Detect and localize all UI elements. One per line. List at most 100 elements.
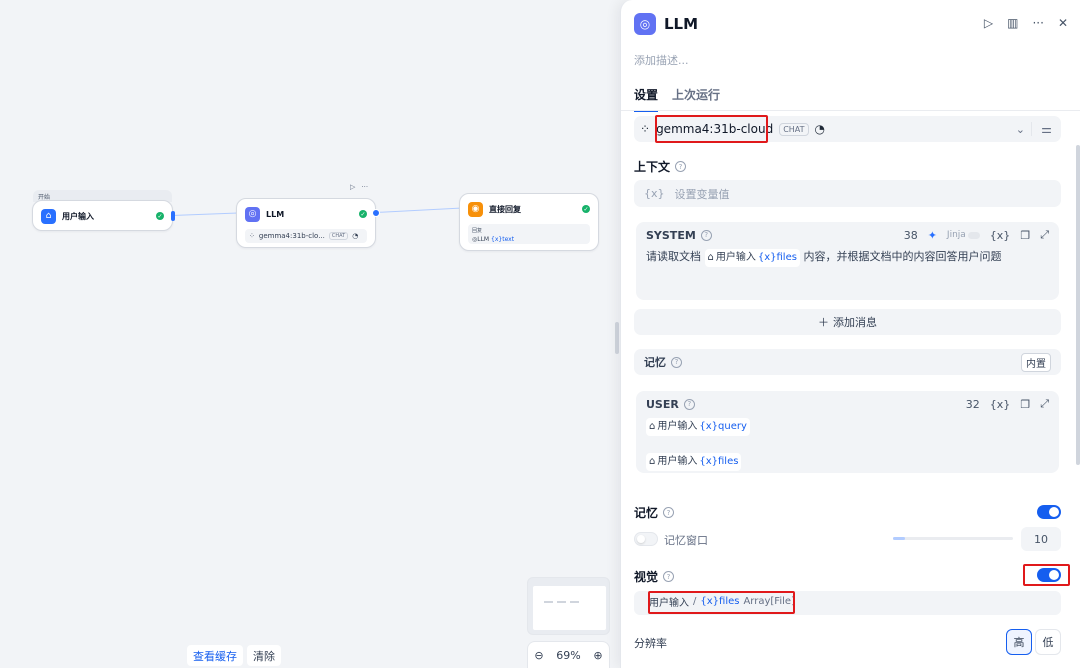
system-prompt-editor[interactable]: SYSTEM ? 38 ✦ Jinja {x} ❐ ⤢ 请读取文档 ⌂ 用户输入 … <box>636 222 1059 300</box>
minimap-node <box>557 601 566 603</box>
insert-variable-icon[interactable]: {x} <box>990 398 1011 411</box>
chevron-down-icon[interactable]: ⌄ <box>1016 123 1025 136</box>
node-answer[interactable]: ◉ 直接回复 ✓ 回复 ◎LLM {x}text <box>459 193 599 251</box>
resolution-low-button[interactable]: 低 <box>1035 629 1061 655</box>
close-icon[interactable]: ✕ <box>1058 16 1068 30</box>
edge-llm-answer <box>376 207 460 213</box>
node-start-output-handle[interactable] <box>171 211 175 221</box>
user-prompt-text[interactable]: ⌂ 用户输入 {x}query ⌂ 用户输入 {x}files <box>636 417 1059 471</box>
system-prompt-text[interactable]: 请读取文档 ⌂ 用户输入 {x}files 内容，并根据文档中的内容回答用户问题 <box>636 248 1059 267</box>
variable-icon: {x} <box>644 187 665 200</box>
split-view-icon[interactable]: ▥ <box>1007 16 1018 30</box>
resolution-label: 分辨率 <box>634 637 667 650</box>
zoom-level[interactable]: 69% <box>556 649 580 662</box>
variable-chip: ⌂ 用户输入 {x}files <box>646 453 742 471</box>
token-count: 32 <box>965 397 980 411</box>
node-answer-title: 直接回复 <box>489 204 521 214</box>
more-icon[interactable]: ··· <box>1032 16 1043 30</box>
llm-icon: ◎ <box>634 13 656 35</box>
node-llm-toolbar: ▷ ··· <box>350 183 368 191</box>
minimap-node <box>544 601 553 603</box>
copy-icon[interactable]: ❐ <box>1020 229 1030 242</box>
memory-window-value[interactable]: 10 <box>1021 527 1061 551</box>
copy-icon[interactable]: ❐ <box>1020 398 1030 411</box>
vision-label: 视觉 ? <box>634 568 675 585</box>
vision-icon: ◔ <box>352 232 359 240</box>
jinja-switch[interactable] <box>967 231 980 239</box>
help-icon[interactable]: ? <box>663 571 675 582</box>
edge-start-llm <box>172 212 238 216</box>
memory-section: 记忆 ? 内置 <box>634 349 1061 375</box>
clear-button[interactable]: 清除 <box>247 645 281 666</box>
minimap-node <box>570 601 579 603</box>
zoom-in-icon[interactable]: ⊕ <box>593 649 602 662</box>
jinja-toggle[interactable]: Jinja <box>947 230 980 240</box>
highlight-vision-toggle <box>1023 564 1070 586</box>
panel-resize-handle[interactable] <box>615 322 619 354</box>
memory-window-label: 记忆窗口 <box>664 534 708 547</box>
run-node-icon[interactable]: ▷ <box>350 183 355 191</box>
panel-title[interactable]: LLM <box>664 15 698 33</box>
node-settings-panel: ◎ LLM ▷ ▥ ··· ✕ 添加描述... 设置 上次运行 ⁘ gemma4… <box>620 0 1080 668</box>
system-role-label: SYSTEM <box>646 228 696 242</box>
memory-window-slider-fill <box>893 537 905 540</box>
help-icon[interactable]: ? <box>663 507 675 518</box>
zoom-controls: ⊖ 69% ⊕ <box>527 641 610 668</box>
memory-window-toggle[interactable] <box>634 532 658 546</box>
node-llm-output-handle[interactable] <box>372 209 380 217</box>
tabs-divider <box>621 110 1080 111</box>
help-icon[interactable]: ? <box>671 356 682 368</box>
panel-scrollbar[interactable] <box>1076 145 1080 465</box>
success-check-icon: ✓ <box>156 212 164 220</box>
success-check-icon: ✓ <box>582 205 590 213</box>
help-icon[interactable]: ? <box>700 229 712 241</box>
help-icon[interactable]: ? <box>683 398 695 410</box>
model-params-icon[interactable]: ⚌ <box>1031 122 1055 136</box>
bottom-actions: 查看缓存 清除 <box>187 645 281 666</box>
panel-tabs: 设置 上次运行 <box>634 86 720 112</box>
context-variable-input[interactable]: {x} 设置变量值 <box>634 180 1061 207</box>
model-spinner-icon: ⁘ <box>640 122 651 136</box>
run-icon[interactable]: ▷ <box>984 16 993 30</box>
expand-icon[interactable]: ⤢ <box>1040 228 1049 242</box>
plus-icon: ＋ <box>818 316 829 329</box>
workflow-canvas[interactable]: 开始 ⌂ 用户输入 ✓ ▷ ··· ◎ LLM ✓ ⁘ gemma4:31b-c… <box>0 0 622 668</box>
node-llm-model: ⁘ gemma4:31b-clo... CHAT ◔ <box>245 229 367 243</box>
builtin-badge: 内置 <box>1021 352 1051 372</box>
reply-icon: ◉ <box>468 201 483 217</box>
variable-chip: ⌂ 用户输入 {x}files <box>704 249 800 267</box>
memory-label: 记忆 ? <box>634 504 675 521</box>
llm-icon: ◎ <box>245 206 260 222</box>
resolution-high-button[interactable]: 高 <box>1006 629 1032 655</box>
tab-last-run[interactable]: 上次运行 <box>672 86 720 112</box>
node-llm[interactable]: ◎ LLM ✓ ⁘ gemma4:31b-clo... CHAT ◔ <box>236 198 380 248</box>
node-answer-field: 回复 ◎LLM {x}text <box>468 224 590 244</box>
node-start-title: 用户输入 <box>62 211 94 221</box>
more-icon[interactable]: ··· <box>361 183 368 191</box>
highlight-model-name <box>655 115 768 143</box>
insert-variable-icon[interactable]: {x} <box>990 229 1011 242</box>
description-input[interactable]: 添加描述... <box>634 52 689 68</box>
node-llm-title: LLM <box>266 209 285 219</box>
memory-window-slider[interactable] <box>893 537 1013 540</box>
token-count: 38 <box>903 228 918 242</box>
user-prompt-editor[interactable]: USER ? 32 {x} ❐ ⤢ ⌂ 用户输入 {x}query ⌂ 用户输入 {… <box>636 391 1059 473</box>
add-message-button[interactable]: ＋ 添加消息 <box>634 309 1061 335</box>
vision-icon: ◔ <box>814 122 826 136</box>
view-cache-button[interactable]: 查看缓存 <box>187 645 243 666</box>
zoom-out-icon[interactable]: ⊖ <box>534 649 543 662</box>
expand-icon[interactable]: ⤢ <box>1040 397 1049 411</box>
panel-actions: ▷ ▥ ··· ✕ <box>984 16 1068 30</box>
highlight-vision-variable <box>648 591 795 614</box>
minimap[interactable] <box>527 577 610 635</box>
variable-chip: ⌂ 用户输入 {x}query <box>646 418 750 436</box>
context-label: 上下文 ? <box>634 158 687 175</box>
tab-settings[interactable]: 设置 <box>634 86 659 112</box>
model-spinner-icon: ⁘ <box>249 232 255 240</box>
node-start[interactable]: ⌂ 用户输入 ✓ <box>32 200 175 231</box>
help-icon[interactable]: ? <box>675 161 687 172</box>
success-check-icon: ✓ <box>359 210 367 218</box>
memory-toggle[interactable] <box>1037 505 1061 519</box>
minimap-viewport[interactable] <box>533 586 606 630</box>
ai-generate-icon[interactable]: ✦ <box>928 229 937 242</box>
